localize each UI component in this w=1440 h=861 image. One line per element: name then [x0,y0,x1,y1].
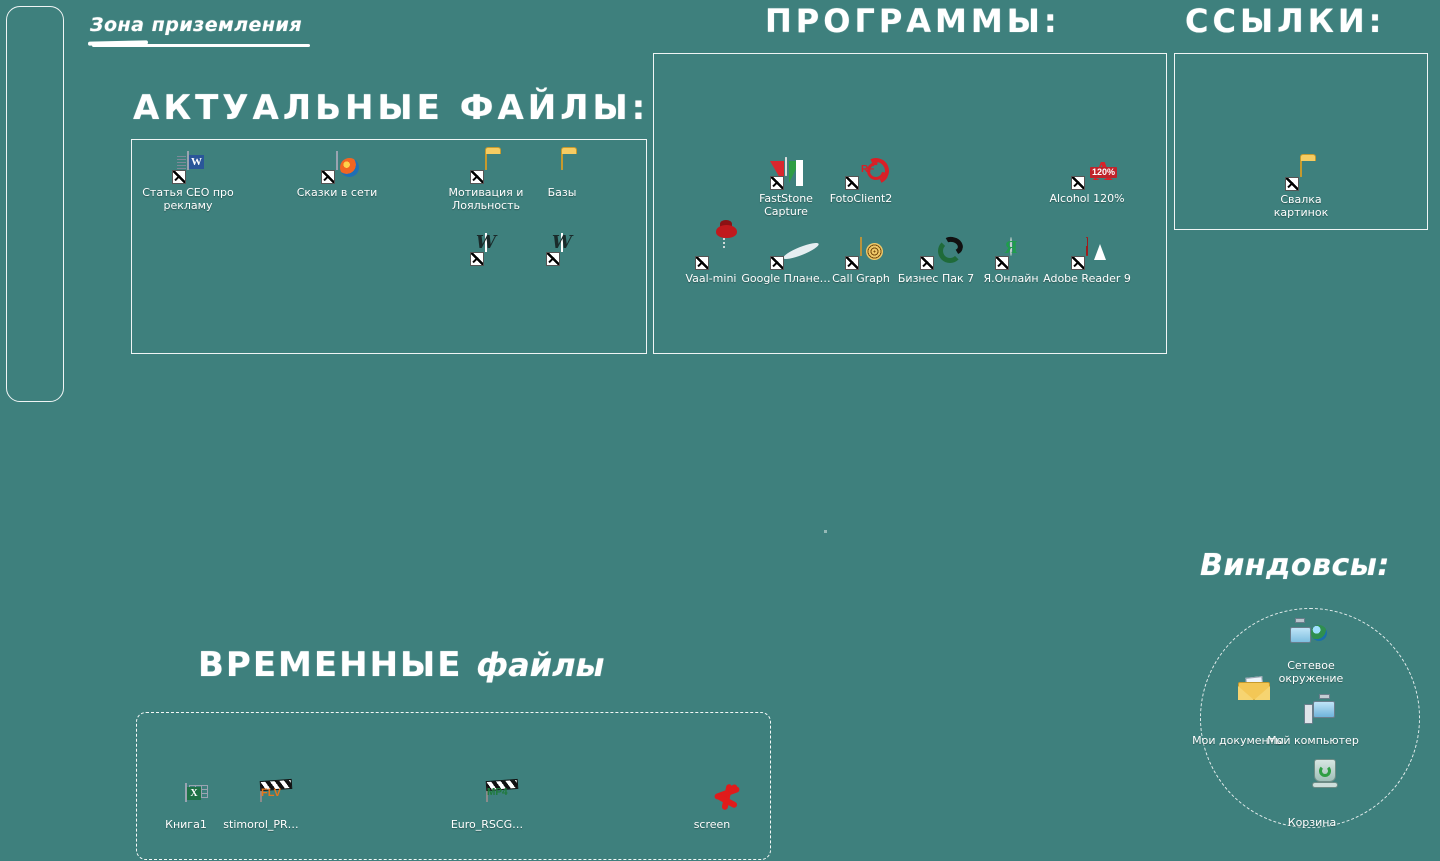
desktop-icon-label: Euro_RSCG… [450,818,524,831]
desktop-icon-moy-kompyuter[interactable]: Мой компьютер [1265,694,1361,748]
landing-zone-label: Зона приземления [90,14,303,36]
landing-zone-box[interactable] [6,6,64,402]
firefox-html-document-icon [321,151,359,184]
desktop-icon-statya-seo[interactable]: Статья СЕО про рекламу [140,151,236,212]
desktop-canvas: Зона приземления АКТУАЛЬНЫЕ ФАЙЛЫ: Стать… [0,0,1440,861]
folder-icon [546,151,578,184]
desktop-icon-fotoclient2[interactable]: RF FotoClient2 [813,154,909,206]
desktop-icon-label: screen [693,818,731,831]
desktop-icon-label: Свалка картинок [1273,193,1329,219]
temp-files-heading-soft: файлы [476,646,605,684]
windows-heading: Виндовсы: [1200,548,1390,583]
programs-heading: ПРОГРАММЫ: [765,2,1061,40]
alcohol-120-icon: A120% [1071,158,1118,190]
screen-splat-icon [696,783,741,816]
mp4-video-icon: MP4 [471,778,519,816]
yandex-online-icon [995,237,1027,270]
temp-files-heading: ВРЕМЕННЫЕ файлы [198,645,604,685]
desktop-icon-label: Базы [547,186,577,199]
faststone-capture-icon [770,157,803,190]
links-heading: ССЫЛКИ: [1185,2,1386,40]
desktop-icon-adobe-reader-9[interactable]: Adobe Reader 9 [1039,237,1135,286]
desktop-icon-label: Статья СЕО про рекламу [142,186,234,212]
desktop-icon-label: Сказки в сети [296,186,378,199]
vaal-mini-icon [695,220,737,270]
folder-icon [1285,158,1317,191]
desktop-icon-label: stimorol_PR… [223,818,299,831]
desktop-icon-label: Мой компьютер [1267,734,1359,747]
network-places-icon [1290,618,1327,657]
desktop-icon-screen[interactable]: screen [664,783,760,832]
temp-files-heading-bold: ВРЕМЕННЫЕ [198,645,463,685]
folder-icon [470,151,502,184]
business-pack-icon [920,234,965,270]
word-script-shortcut-icon: W [470,233,502,266]
word-script-shortcut-icon: W [546,233,578,266]
desktop-icon-skazki-v-seti[interactable]: Сказки в сети [289,151,385,200]
my-computer-icon [1297,694,1335,732]
recycle-bin-icon [1296,759,1338,814]
cursor-artifact [824,530,827,533]
desktop-icon-stimorol-pr[interactable]: FLV stimorol_PR… [213,778,309,832]
flv-video-icon: FLV [245,778,293,816]
desktop-icon-label: Alcohol 120% [1049,192,1125,205]
desktop-icon-svalka-kartinok[interactable]: Свалка картинок [1253,158,1349,219]
desktop-icon-euro-rscg[interactable]: MP4 Euro_RSCG… [439,778,535,832]
desktop-icon-setevoe-okruzhenie[interactable]: Сетевое окружение [1263,618,1359,685]
excel-document-icon [170,783,208,816]
desktop-icon-label: Сетевое окружение [1278,659,1344,685]
call-graph-icon [845,237,877,270]
landing-zone-underline [92,44,310,47]
google-earth-icon [770,238,802,270]
desktop-icon-korzina[interactable]: Корзина [1264,759,1360,830]
actual-files-heading: АКТУАЛЬНЫЕ ФАЙЛЫ: [133,88,650,128]
desktop-icon-bazy[interactable]: Базы [514,151,610,200]
word-document-icon [172,151,204,184]
adobe-reader-icon [1071,237,1103,270]
desktop-icon-label: Adobe Reader 9 [1043,272,1131,285]
fotoclient2-icon: RF [845,154,893,190]
desktop-icon-label: Корзина [1287,816,1337,829]
my-documents-icon [1222,676,1270,732]
desktop-icon-label: FotoClient2 [829,192,893,205]
desktop-icon-word-shortcut-2[interactable]: W [514,233,610,269]
desktop-icon-alcohol-120[interactable]: A120% Alcohol 120% [1039,158,1135,206]
